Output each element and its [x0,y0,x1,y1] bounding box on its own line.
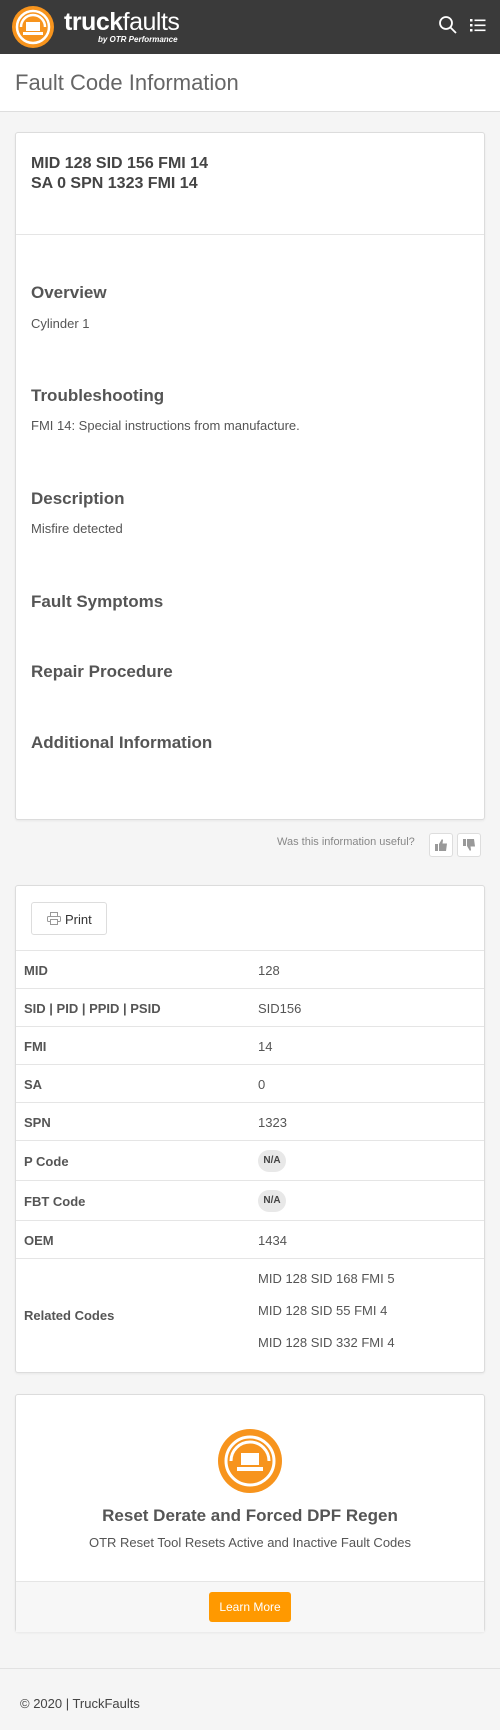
page-header: Fault Code Information [0,54,500,112]
promo-subtitle: OTR Reset Tool Resets Active and Inactiv… [88,1535,412,1550]
feedback-question: Was this information useful? [277,836,415,848]
fault-symptoms-title: Fault Symptoms [31,592,164,611]
repair-procedure-title: Repair Procedure [31,662,173,681]
detail-value: 1323 [258,1115,287,1130]
fault-code-spn: SA 0 SPN 1323 FMI 14 [31,175,198,192]
brand-tagline: by OTR Performance [98,35,178,44]
detail-row-fbt: FBT Code N/A [16,1180,484,1220]
detail-row-related-codes: Related Codes MID 128 SID 168 FMI 5 MID … [16,1258,484,1372]
copyright-text: © 2020 | TruckFaults [20,1696,140,1711]
page-title: Fault Code Information [15,70,239,95]
detail-key: Related Codes [24,1308,115,1323]
detail-key: SID | PID | PPID | PSID [24,1001,161,1016]
detail-key: P Code [24,1154,69,1169]
fault-codes-heading: MID 128 SID 156 FMI 14 SA 0 SPN 1323 FMI… [31,154,208,194]
detail-row-sa: SA 0 [16,1064,484,1102]
related-code-link[interactable]: MID 128 SID 332 FMI 4 [258,1335,395,1350]
promo-card: Reset Derate and Forced DPF Regen OTR Re… [15,1394,485,1632]
fault-details-card: Print MID 128 SID | PID | PPID | PSID SI… [15,885,485,1373]
print-label: Print [65,912,92,927]
detail-row-mid: MID 128 [16,950,484,988]
detail-value: 128 [258,963,280,978]
thumbs-down-icon [463,839,475,851]
detail-key: FBT Code [24,1194,86,1209]
detail-row-spn: SPN 1323 [16,1102,484,1140]
detail-row-oem: OEM 1434 [16,1220,484,1258]
search-icon[interactable] [437,14,459,36]
thumbs-down-button[interactable] [457,833,481,857]
troubleshooting-text: FMI 14: Special instructions from manufa… [31,418,300,433]
na-badge: N/A [258,1190,286,1212]
detail-key: OEM [24,1233,54,1248]
detail-value: 0 [258,1077,266,1092]
related-code-link[interactable]: MID 128 SID 55 FMI 4 [258,1303,387,1318]
list-icon[interactable] [467,14,489,36]
overview-text: Cylinder 1 [31,316,90,331]
detail-row-sid: SID | PID | PPID | PSID SID156 [16,988,484,1026]
na-badge: N/A [258,1150,286,1172]
fault-info-card: MID 128 SID 156 FMI 14 SA 0 SPN 1323 FMI… [15,132,485,820]
description-text: Misfire detected [31,521,123,536]
thumbs-up-icon [435,839,447,851]
overview-title: Overview [31,283,107,302]
detail-value: 1434 [258,1233,287,1248]
print-button[interactable]: Print [31,902,107,935]
troubleshooting-title: Troubleshooting [31,386,165,405]
detail-value: SID156 [258,1001,302,1016]
fault-code-mid: MID 128 SID 156 FMI 14 [31,155,208,172]
detail-key: MID [24,963,48,978]
detail-value: 14 [258,1039,273,1054]
brand-name[interactable]: truckfaults [64,9,180,35]
related-code-link[interactable]: MID 128 SID 168 FMI 5 [258,1271,395,1286]
detail-key: SPN [24,1115,51,1130]
detail-key: SA [24,1077,43,1092]
promo-title: Reset Derate and Forced DPF Regen [102,1506,398,1525]
detail-row-pcode: P Code N/A [16,1140,484,1180]
printer-icon [47,912,61,925]
otr-reset-tool-logo [218,1429,282,1493]
detail-row-fmi: FMI 14 [16,1026,484,1064]
navbar: truckfaults by OTR Performance [0,0,500,54]
promo-footer: Learn More [16,1581,484,1632]
page-footer: © 2020 | TruckFaults [0,1668,500,1730]
additional-info-title: Additional Information [31,733,213,752]
thumbs-up-button[interactable] [429,833,453,857]
truckfaults-logo[interactable] [6,5,60,49]
learn-more-button[interactable]: Learn More [209,1592,291,1622]
divider [16,234,484,235]
description-title: Description [31,489,125,508]
detail-key: FMI [24,1039,47,1054]
